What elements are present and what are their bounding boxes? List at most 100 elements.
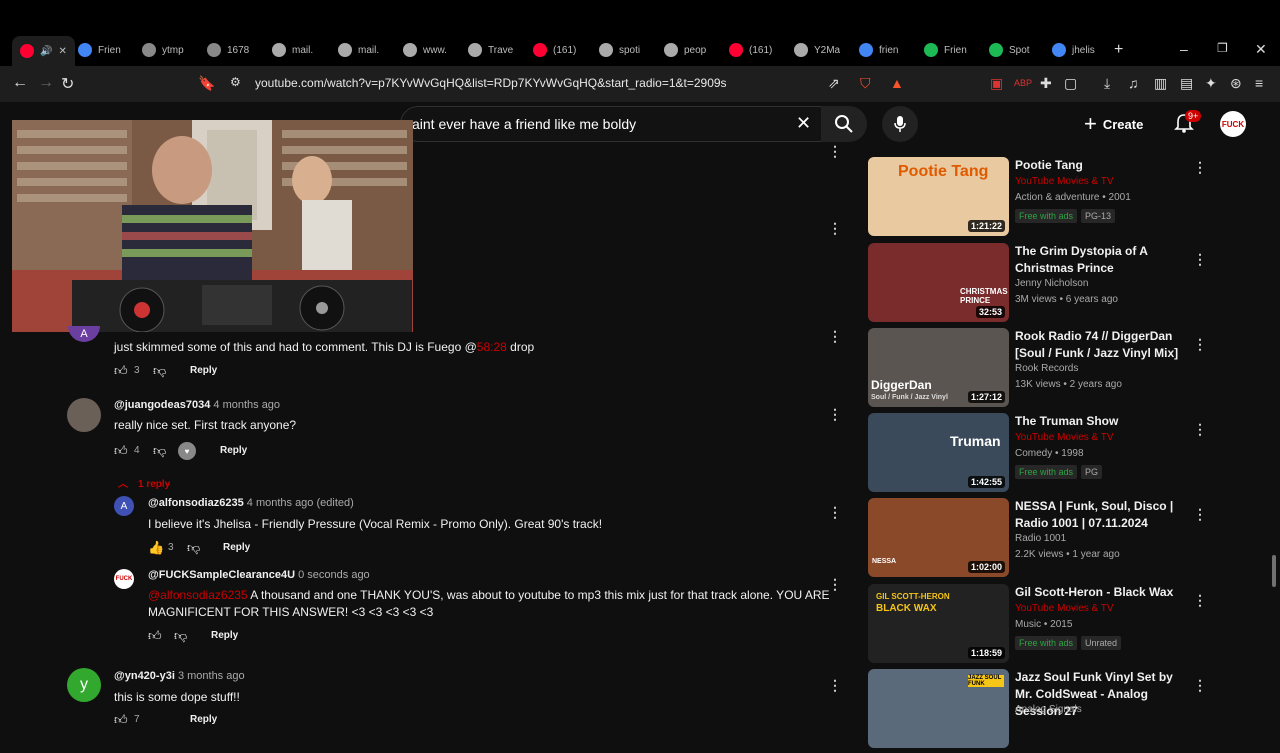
browser-tab[interactable]: frien [859, 38, 898, 62]
comment-menu-icon[interactable]: ⋮ [828, 504, 842, 521]
like-icon[interactable]: 👍︎ [114, 712, 128, 728]
media-icon[interactable]: ♫ [1128, 75, 1139, 91]
video-thumbnail[interactable]: 1:27:12 DiggerDan Soul / Funk / Jazz Vinyl [868, 328, 1009, 407]
dislike-icon[interactable]: 👎︎ [174, 628, 187, 644]
like-icon[interactable]: 👍︎ [148, 628, 162, 644]
reload-icon[interactable]: ↻ [61, 74, 74, 94]
browser-tab[interactable]: 1678 [207, 38, 249, 62]
browser-tab[interactable]: ytmp [142, 38, 184, 62]
replies-toggle[interactable]: ︿ 1 reply [118, 475, 170, 490]
commenter-avatar[interactable]: A [114, 496, 134, 516]
browser-tab[interactable]: 🔊 ✕ [12, 36, 75, 66]
video-title[interactable]: Pootie Tang [1015, 157, 1185, 174]
browser-tab[interactable]: Frien [924, 38, 967, 62]
clear-search-icon[interactable]: ✕ [796, 113, 811, 134]
video-title[interactable]: The Truman Show [1015, 413, 1185, 430]
reply-button[interactable]: Reply [220, 445, 247, 456]
scrollbar[interactable] [1272, 555, 1276, 587]
share-icon[interactable]: ⇗ [828, 75, 840, 92]
reply-button[interactable]: Reply [211, 630, 238, 641]
browser-tab[interactable]: mail. [338, 38, 379, 62]
channel-name[interactable]: YouTube Movies & TV [1015, 176, 1114, 187]
comment-author[interactable]: @yn420-y3i 3 months ago [114, 670, 245, 682]
channel-name[interactable]: Rook Records [1015, 363, 1078, 374]
forward-icon[interactable]: → [38, 74, 54, 92]
vpn-icon[interactable]: ⊛ [1230, 75, 1242, 92]
video-thumbnail[interactable]: 32:53 CHRISTMAS PRINCE [868, 243, 1009, 322]
comment-menu-icon[interactable]: ⋮ [828, 328, 842, 345]
video-thumbnail[interactable]: 1:42:55 Truman [868, 413, 1009, 492]
related-video-card[interactable]: 1:18:59 GIL SCOTT-HERON BLACK WAX Gil Scott… [868, 584, 1280, 668]
author-handle[interactable]: @alfonsodiaz6235 [148, 497, 244, 509]
mention-link[interactable]: @alfonsodiaz6235 [148, 588, 248, 602]
video-thumbnail[interactable]: 1:02:00 NESSA [868, 498, 1009, 577]
channel-name[interactable]: Analog Signals [1015, 704, 1082, 715]
dislike-icon[interactable]: 👎︎ [153, 363, 166, 379]
comment-menu-icon[interactable]: ⋮ [828, 576, 842, 593]
timestamp-link[interactable]: 58:28 [477, 340, 507, 354]
channel-name[interactable]: Jenny Nicholson [1015, 278, 1088, 289]
extension-record-icon[interactable]: ▣ [990, 75, 1003, 92]
related-video-card[interactable]: 1:42:55 Truman The Truman Show YouTube Movi… [868, 413, 1280, 497]
comment-author[interactable]: @alfonsodiaz6235 4 months ago (edited) [148, 497, 354, 509]
related-video-card[interactable]: 1:02:00 NESSA NESSA | Funk, Soul, Disco | … [868, 498, 1280, 582]
video-menu-icon[interactable]: ⋮ [1193, 506, 1207, 523]
search-input[interactable]: aint ever have a friend like me boldy [412, 116, 636, 132]
commenter-avatar[interactable]: FUCK [114, 569, 134, 589]
browser-tab[interactable]: Spot [989, 38, 1030, 62]
extensions-icon[interactable]: ✚ [1040, 75, 1052, 92]
related-video-card[interactable]: 1:27:12 DiggerDan Soul / Funk / Jazz Vinyl… [868, 328, 1280, 412]
bookmark-icon[interactable]: 🔖 [198, 75, 215, 92]
dislike-icon[interactable]: 👎︎ [187, 540, 200, 556]
browser-tab[interactable]: peop [664, 38, 706, 62]
wallet-icon[interactable]: ▤ [1180, 75, 1193, 92]
browser-tab[interactable]: www. [403, 38, 447, 62]
video-menu-icon[interactable]: ⋮ [1193, 592, 1207, 609]
comment-author[interactable]: @FUCKSampleClearance4U 0 seconds ago [148, 569, 370, 581]
audio-icon[interactable]: 🔊 [40, 46, 52, 57]
comment-menu-icon[interactable]: ⋮ [828, 406, 842, 423]
brave-shield-icon[interactable]: ⛉ [860, 75, 871, 92]
leo-icon[interactable]: ✦ [1205, 75, 1217, 92]
video-title[interactable]: Rook Radio 74 // DiggerDan [Soul / Funk … [1015, 328, 1185, 362]
related-video-card[interactable]: JAZZ SOUL FUNK Jazz Soul Funk Vinyl Set b… [868, 669, 1280, 753]
back-icon[interactable]: ← [12, 74, 28, 92]
comment-menu-icon[interactable]: ⋮ [828, 677, 842, 694]
site-info-icon[interactable]: ⚙ [230, 75, 241, 89]
sidebar-icon[interactable]: ▥ [1154, 75, 1167, 92]
comment-author[interactable]: @juangodeas7034 4 months ago [114, 399, 280, 411]
browser-tab[interactable]: (161) [729, 38, 772, 62]
channel-name[interactable]: Radio 1001 [1015, 533, 1066, 544]
commenter-avatar[interactable]: y [67, 668, 101, 702]
video-title[interactable]: Gil Scott-Heron - Black Wax [1015, 584, 1185, 601]
account-avatar[interactable]: FUCK [1220, 111, 1246, 137]
comment-menu-icon[interactable]: ⋮ [828, 143, 842, 160]
browser-tab[interactable]: spoti [599, 38, 640, 62]
video-menu-icon[interactable]: ⋮ [1193, 336, 1207, 353]
channel-name[interactable]: YouTube Movies & TV [1015, 432, 1114, 443]
related-video-card[interactable]: 1:21:22CHRISTMAS PRINCEPootie TangPootie… [868, 157, 1280, 241]
screenshot-icon[interactable]: ▢ [1064, 75, 1077, 92]
reply-button[interactable]: Reply [223, 542, 250, 553]
close-window-icon[interactable]: ✕ [1255, 41, 1267, 58]
search-button[interactable] [821, 106, 867, 142]
author-handle[interactable]: @juangodeas7034 [114, 399, 210, 411]
browser-tab[interactable]: Y2Ma [794, 38, 840, 62]
minimize-icon[interactable]: – [1180, 41, 1188, 57]
related-video-card[interactable]: 32:53 CHRISTMAS PRINCE The Grim Dystopia o… [868, 243, 1280, 327]
like-icon[interactable]: 👍︎ [114, 363, 128, 379]
video-menu-icon[interactable]: ⋮ [1193, 251, 1207, 268]
channel-name[interactable]: YouTube Movies & TV [1015, 603, 1114, 614]
like-icon[interactable]: 👍︎ [114, 443, 128, 459]
browser-tab[interactable]: mail. [272, 38, 313, 62]
abp-icon[interactable]: ABP [1014, 78, 1032, 88]
comment-menu-icon[interactable]: ⋮ [828, 220, 842, 237]
author-handle[interactable]: @FUCKSampleClearance4U [148, 569, 295, 581]
voice-search-button[interactable] [882, 106, 918, 142]
video-title[interactable]: NESSA | Funk, Soul, Disco | Radio 1001 |… [1015, 498, 1185, 532]
browser-tab[interactable]: jhelis [1052, 38, 1095, 62]
author-handle[interactable]: @yn420-y3i [114, 670, 175, 682]
mini-player[interactable] [12, 120, 413, 332]
video-menu-icon[interactable]: ⋮ [1193, 421, 1207, 438]
new-tab-button[interactable]: + [1114, 41, 1123, 59]
